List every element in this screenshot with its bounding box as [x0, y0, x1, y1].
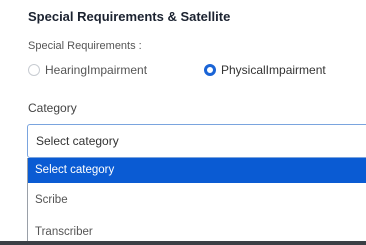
category-option-select-category[interactable]: Select category	[28, 158, 366, 183]
section-title: Special Requirements & Satellite	[28, 9, 231, 24]
bottom-divider	[0, 241, 366, 245]
radio-unchecked-icon[interactable]	[28, 64, 40, 76]
special-requirements-radio-group: HearingImpairment PhysicalImpairment	[28, 61, 366, 79]
category-option-scribe[interactable]: Scribe	[28, 188, 366, 213]
hearing-impairment-radio[interactable]: HearingImpairment	[28, 61, 147, 79]
category-dropdown-list: Select category Scribe Transcriber	[27, 158, 366, 245]
radio-checked-icon[interactable]	[204, 64, 216, 76]
category-select[interactable]: Select category	[27, 124, 366, 158]
hearing-impairment-label: HearingImpairment	[45, 63, 148, 77]
category-select-value: Select category	[36, 134, 119, 148]
category-label: Category	[28, 101, 77, 115]
physical-impairment-label: PhysicalImpairment	[221, 63, 326, 77]
special-requirements-label: Special Requirements :	[28, 40, 142, 52]
physical-impairment-radio[interactable]: PhysicalImpairment	[204, 61, 326, 79]
